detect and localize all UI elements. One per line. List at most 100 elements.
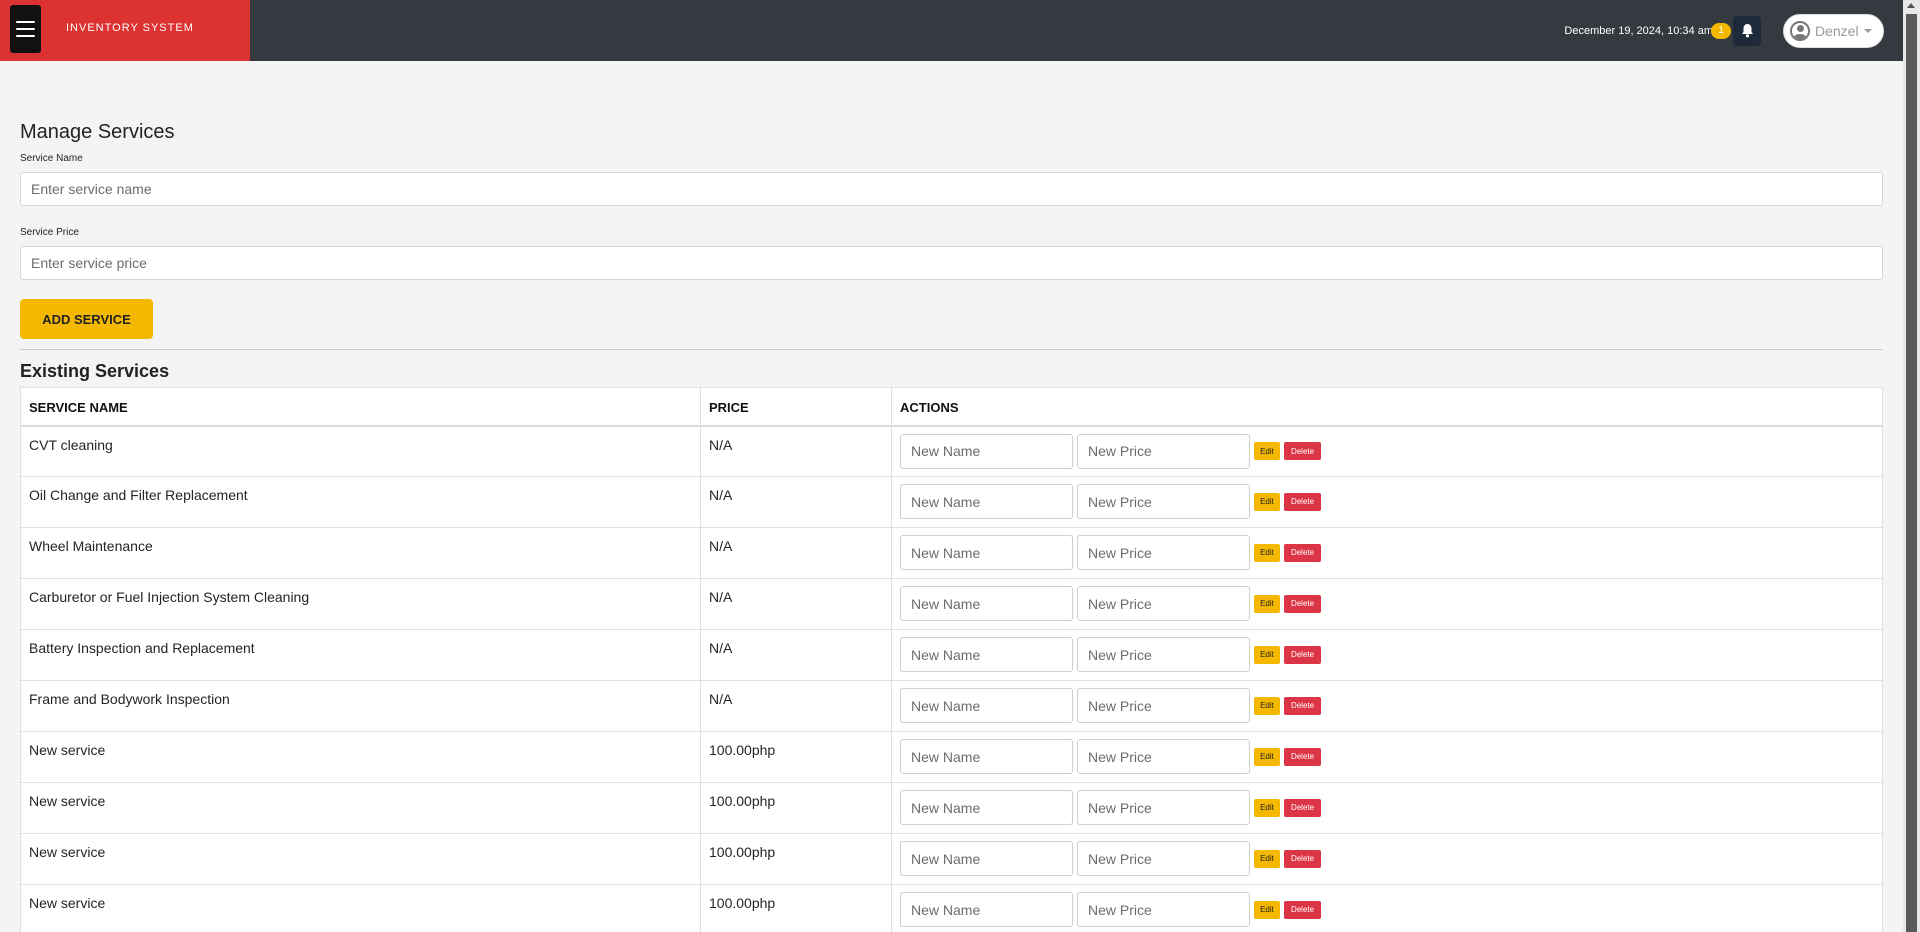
delete-button[interactable]: Delete — [1284, 849, 1321, 868]
edit-button[interactable]: Edit — [1254, 798, 1280, 817]
row-actions: EditDelete — [900, 739, 1874, 774]
actions-cell: EditDelete — [891, 425, 1883, 477]
notifications-button[interactable] — [1733, 15, 1761, 46]
service-name-cell: New service — [20, 731, 701, 783]
service-price-cell: N/A — [700, 629, 892, 681]
row-actions: EditDelete — [900, 433, 1874, 469]
new-price-input[interactable] — [1077, 484, 1250, 519]
service-name-cell: New service — [20, 833, 701, 885]
add-service-button[interactable]: ADD SERVICE — [20, 299, 153, 339]
new-price-input[interactable] — [1077, 535, 1250, 570]
table-row: New service100.00phpEditDelete — [20, 833, 1883, 885]
delete-button[interactable]: Delete — [1284, 747, 1321, 766]
actions-cell: EditDelete — [891, 884, 1883, 932]
column-header-actions: ACTIONS — [891, 387, 1883, 427]
delete-button[interactable]: Delete — [1284, 594, 1321, 613]
table-row: CVT cleaningN/AEditDelete — [20, 425, 1883, 477]
delete-button[interactable]: Delete — [1284, 645, 1321, 664]
delete-button[interactable]: Delete — [1284, 492, 1321, 511]
table-row: Battery Inspection and ReplacementN/AEdi… — [20, 629, 1883, 681]
edit-button[interactable]: Edit — [1254, 849, 1280, 868]
service-price-cell: N/A — [700, 425, 892, 477]
scroll-up-arrow-icon[interactable] — [1907, 3, 1915, 8]
delete-button[interactable]: Delete — [1284, 543, 1321, 562]
new-price-input[interactable] — [1077, 688, 1250, 723]
topbar-right: December 19, 2024, 10:34 am 1 Denzel — [1564, 0, 1884, 61]
service-price-cell: N/A — [700, 527, 892, 579]
new-price-input[interactable] — [1077, 739, 1250, 774]
service-price-cell: 100.00php — [700, 731, 892, 783]
scrollbar-thumb[interactable] — [1906, 14, 1917, 932]
service-price-cell: 100.00php — [700, 782, 892, 834]
page-scrollbar[interactable] — [1903, 0, 1920, 932]
edit-button[interactable]: Edit — [1254, 747, 1280, 766]
new-name-input[interactable] — [900, 484, 1073, 519]
actions-cell: EditDelete — [891, 629, 1883, 681]
new-name-input[interactable] — [900, 688, 1073, 723]
menu-icon — [16, 21, 35, 23]
new-price-input[interactable] — [1077, 892, 1250, 927]
user-name: Denzel — [1815, 22, 1859, 39]
edit-button[interactable]: Edit — [1254, 645, 1280, 664]
row-actions: EditDelete — [900, 790, 1874, 825]
service-price-cell: 100.00php — [700, 884, 892, 932]
actions-cell: EditDelete — [891, 527, 1883, 579]
service-name-cell: New service — [20, 782, 701, 834]
row-actions: EditDelete — [900, 841, 1874, 876]
bell-icon — [1741, 24, 1753, 38]
delete-button[interactable]: Delete — [1284, 442, 1321, 460]
service-price-input[interactable] — [20, 246, 1883, 280]
table-row: New service100.00phpEditDelete — [20, 782, 1883, 834]
service-name-cell: New service — [20, 884, 701, 932]
edit-button[interactable]: Edit — [1254, 594, 1280, 613]
new-name-input[interactable] — [900, 433, 1073, 469]
edit-button[interactable]: Edit — [1254, 492, 1280, 511]
new-name-input[interactable] — [900, 586, 1073, 621]
row-actions: EditDelete — [900, 484, 1874, 519]
new-price-input[interactable] — [1077, 790, 1250, 825]
service-name-label: Service Name — [20, 153, 83, 164]
new-price-input[interactable] — [1077, 637, 1250, 672]
service-name-cell: Battery Inspection and Replacement — [20, 629, 701, 681]
actions-cell: EditDelete — [891, 578, 1883, 630]
notification-badge: 1 — [1711, 22, 1731, 39]
edit-button[interactable]: Edit — [1254, 900, 1280, 919]
current-datetime: December 19, 2024, 10:34 am — [1564, 24, 1713, 37]
delete-button[interactable]: Delete — [1284, 900, 1321, 919]
actions-cell: EditDelete — [891, 476, 1883, 528]
user-avatar-icon — [1790, 20, 1810, 41]
edit-button[interactable]: Edit — [1254, 442, 1280, 460]
service-name-cell: CVT cleaning — [20, 425, 701, 477]
service-name-cell: Oil Change and Filter Replacement — [20, 476, 701, 528]
service-name-cell: Carburetor or Fuel Injection System Clea… — [20, 578, 701, 630]
menu-toggle-button[interactable] — [10, 5, 41, 53]
user-menu-button[interactable]: Denzel — [1783, 13, 1884, 48]
service-price-cell: N/A — [700, 578, 892, 630]
service-price-cell: N/A — [700, 476, 892, 528]
service-price-label: Service Price — [20, 227, 79, 238]
row-actions: EditDelete — [900, 586, 1874, 621]
actions-cell: EditDelete — [891, 680, 1883, 732]
services-table: SERVICE NAME PRICE ACTIONS CVT cleaning N… — [20, 387, 1883, 932]
service-name-input[interactable] — [20, 172, 1883, 206]
column-header-service-name: SERVICE NAME — [20, 387, 701, 427]
actions-cell: EditDelete — [891, 782, 1883, 834]
delete-button[interactable]: Delete — [1284, 696, 1321, 715]
edit-button[interactable]: Edit — [1254, 543, 1280, 562]
caret-down-icon — [1863, 28, 1872, 33]
new-price-input[interactable] — [1077, 586, 1250, 621]
table-row: New service100.00phpEditDelete — [20, 884, 1883, 932]
delete-button[interactable]: Delete — [1284, 798, 1321, 817]
column-header-price: PRICE — [700, 387, 892, 427]
new-price-input[interactable] — [1077, 433, 1250, 469]
new-name-input[interactable] — [900, 637, 1073, 672]
table-row: Oil Change and Filter ReplacementN/AEdit… — [20, 476, 1883, 528]
new-name-input[interactable] — [900, 892, 1073, 927]
edit-button[interactable]: Edit — [1254, 696, 1280, 715]
new-name-input[interactable] — [900, 841, 1073, 876]
row-actions: EditDelete — [900, 892, 1874, 927]
new-name-input[interactable] — [900, 739, 1073, 774]
new-name-input[interactable] — [900, 535, 1073, 570]
new-price-input[interactable] — [1077, 841, 1250, 876]
new-name-input[interactable] — [900, 790, 1073, 825]
